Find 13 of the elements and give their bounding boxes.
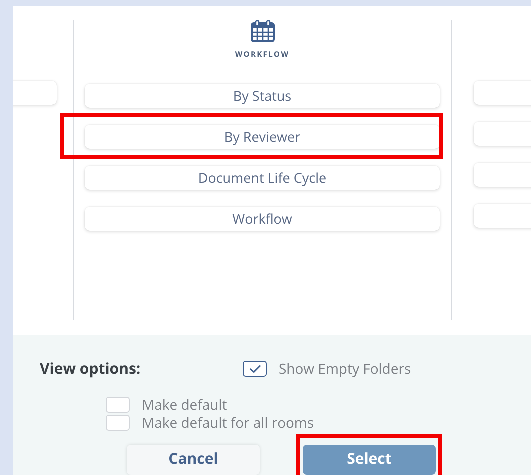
option-button[interactable]: Workflow bbox=[85, 207, 440, 231]
option-button[interactable]: By Status bbox=[85, 84, 440, 108]
checkbox-label: Make default bbox=[142, 396, 228, 414]
option-button[interactable]: Document Life Cycle bbox=[85, 166, 440, 190]
select-button[interactable]: Select bbox=[303, 445, 436, 475]
checkbox[interactable] bbox=[243, 361, 267, 377]
cancel-button[interactable]: Cancel bbox=[127, 445, 260, 475]
checkbox-label: Make default for all rooms bbox=[142, 414, 314, 432]
calendar-icon bbox=[250, 20, 274, 43]
view-options-label: View options: bbox=[40, 359, 142, 379]
option-button[interactable]: By Reviewer bbox=[85, 125, 440, 149]
checkbox-label: Show Empty Folders bbox=[279, 360, 412, 378]
check-icon bbox=[248, 364, 262, 374]
